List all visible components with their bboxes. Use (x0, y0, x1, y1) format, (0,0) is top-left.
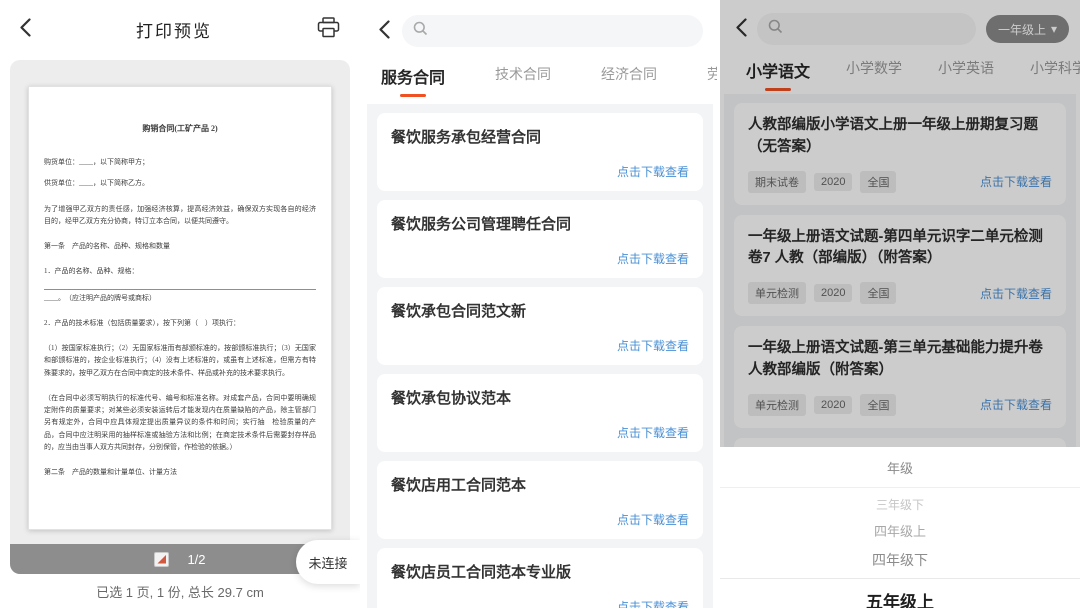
document-paragraph: ____。 （应注明产品的牌号或商标） (44, 292, 316, 304)
active-tab-underline (400, 94, 426, 97)
download-link[interactable]: 点击下载查看 (391, 337, 689, 354)
contract-search-header (363, 0, 717, 62)
print-preview-screen: 打印预览 购销合同(工矿产品 2) 购货单位：____，以下简称甲方； 供货单位… (0, 0, 360, 608)
back-icon (20, 18, 31, 40)
page-indicator: 1/2 (187, 552, 205, 567)
download-link[interactable]: 点击下载查看 (391, 163, 689, 180)
picker-option-grade4-up[interactable]: 四年级上 (720, 516, 1080, 545)
preview-area: 购销合同(工矿产品 2) 购货单位：____，以下简称甲方； 供货单位：____… (10, 60, 350, 574)
download-link[interactable]: 点击下载查看 (391, 424, 689, 441)
page-thumbnail-icon (157, 555, 166, 564)
grade-picker-sheet: 年级 三年级下 四年级上 四年级下 五年级上 (720, 447, 1080, 608)
contract-card[interactable]: 餐饮服务承包经营合同 点击下载查看 (377, 113, 703, 191)
print-button[interactable] (317, 17, 340, 41)
picker-option-grade5-up-selected[interactable]: 五年级上 (720, 579, 1080, 608)
back-button[interactable] (379, 20, 390, 42)
contract-title: 餐饮承包协议范本 (391, 387, 689, 408)
download-link[interactable]: 点击下载查看 (391, 511, 689, 528)
document-title: 购销合同(工矿产品 2) (44, 123, 316, 134)
contract-card[interactable]: 餐饮承包合同范文新 点击下载查看 (377, 287, 703, 365)
search-icon (413, 21, 428, 41)
picker-option-grade3-down[interactable]: 三年级下 (720, 488, 1080, 516)
tab-labor-contract[interactable]: 劳动劳务合同 (707, 64, 717, 93)
document-paragraph: 供货单位：____，以下简称乙方。 (44, 177, 316, 189)
page-title: 打印预览 (136, 17, 212, 42)
tab-service-contract[interactable]: 服务合同 (381, 64, 445, 97)
contract-card[interactable]: 餐饮店员工合同范本专业版 点击下载查看 (377, 548, 703, 608)
search-input[interactable] (434, 24, 692, 39)
app: 打印预览 购销合同(工矿产品 2) 购货单位：____，以下简称甲方； 供货单位… (0, 0, 1080, 608)
document-paragraph: 1．产品的名称、品种、规格： (44, 265, 316, 277)
document-paragraph: 2．产品的技术标准（包括质量要求），按下列第（ ）项执行： (44, 317, 316, 329)
contract-title: 餐饮店用工合同范本 (391, 474, 689, 495)
print-summary: 已选 1 页, 1 份, 总长 29.7 cm (0, 582, 360, 601)
document-paragraph: （1）按国家标准执行；（2）无国家标准而有部颁标准的，按部颁标准执行；（3）无国… (44, 342, 316, 379)
contract-title: 餐饮承包合同范文新 (391, 300, 689, 321)
document-paragraph: 为了增强甲乙双方的责任感，加强经济核算，提高经济效益，确保双方实现各自的经济目的… (44, 203, 316, 228)
contract-card[interactable]: 餐饮承包协议范本 点击下载查看 (377, 374, 703, 452)
download-link[interactable]: 点击下载查看 (391, 250, 689, 267)
back-icon (379, 20, 390, 42)
printer-icon (317, 17, 340, 41)
exam-papers-screen: 一年级上 ▾ 小学语文 小学数学 小学英语 小学科学 人教部编版小学语文上册一年… (720, 0, 1080, 608)
contract-title: 餐饮店员工合同范本专业版 (391, 561, 689, 582)
contract-card[interactable]: 餐饮服务公司管理聘任合同 点击下载查看 (377, 200, 703, 278)
print-preview-header: 打印预览 (0, 0, 360, 58)
document-paragraph: 购货单位：____，以下简称甲方； (44, 156, 316, 168)
document-paragraph: （在合同中必须写明执行的标准代号、编号和标准名称。对成套产品，合同中要明确规定附… (44, 392, 316, 453)
tab-economic-contract[interactable]: 经济合同 (601, 64, 657, 93)
connection-status-pill[interactable]: 未连接 (296, 540, 360, 584)
document-paragraph: 第二条 产品的数量和计量单位、计量方法 (44, 466, 316, 478)
fill-in-blank-line (44, 289, 316, 290)
back-button[interactable] (20, 18, 31, 40)
search-bar[interactable] (402, 15, 703, 47)
contract-tabs: 服务合同 技术合同 经济合同 劳动劳务合同 (363, 62, 717, 102)
contract-list: 餐饮服务承包经营合同 点击下载查看 餐饮服务公司管理聘任合同 点击下载查看 餐饮… (367, 104, 713, 608)
contract-list-screen: 服务合同 技术合同 经济合同 劳动劳务合同 餐饮服务承包经营合同 点击下载查看 … (360, 0, 720, 608)
picker-title: 年级 (720, 447, 1080, 488)
tab-technical-contract[interactable]: 技术合同 (495, 64, 551, 93)
picker-option-grade4-down[interactable]: 四年级下 (720, 545, 1080, 579)
contract-card[interactable]: 餐饮店用工合同范本 点击下载查看 (377, 461, 703, 539)
download-link[interactable]: 点击下载查看 (391, 598, 689, 608)
contract-title: 餐饮服务承包经营合同 (391, 126, 689, 147)
page-select-checkbox[interactable] (154, 552, 169, 567)
document-page: 购销合同(工矿产品 2) 购货单位：____，以下简称甲方； 供货单位：____… (28, 86, 332, 530)
document-paragraph: 第一条 产品的名称、品种、规格和数量 (44, 240, 316, 252)
contract-title: 餐饮服务公司管理聘任合同 (391, 213, 689, 234)
